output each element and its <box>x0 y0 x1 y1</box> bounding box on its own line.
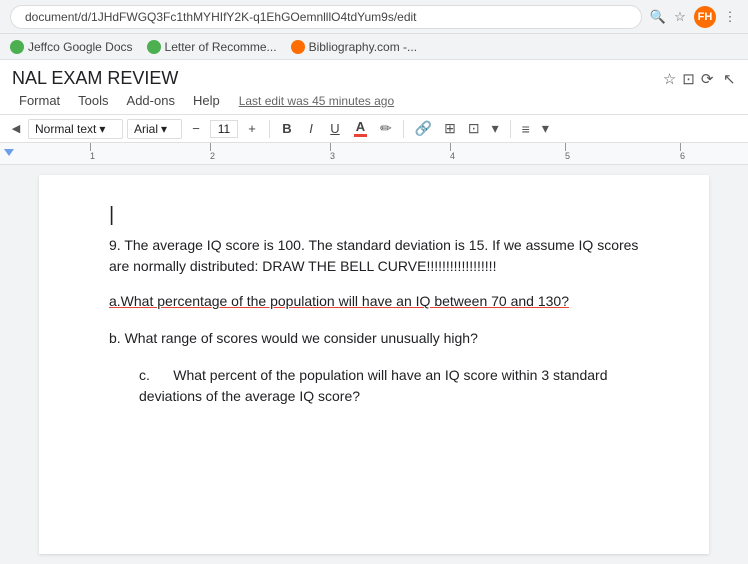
avatar[interactable]: FH <box>694 6 716 28</box>
doc-header: NAL EXAM REVIEW ☆ ⊡ ⟳ ↗ Format Tools Add… <box>0 60 748 115</box>
ruler-tick-3 <box>330 143 331 151</box>
doc-title-row: NAL EXAM REVIEW ☆ ⊡ ⟳ ↗ <box>12 68 736 89</box>
sub-question-a: a.What percentage of the population will… <box>109 291 639 312</box>
text-cursor: | <box>109 203 639 227</box>
ruler-indent-marker[interactable] <box>4 149 14 156</box>
style-dropdown[interactable]: Normal text ▾ <box>28 119 123 139</box>
bookmark-label-letter: Letter of Recomme... <box>165 40 277 54</box>
ruler-tick-6 <box>680 143 681 151</box>
font-size-minus-button[interactable]: − <box>186 119 206 138</box>
bookmark-letter[interactable]: Letter of Recomme... <box>147 40 277 54</box>
color-a-letter: A <box>356 120 365 133</box>
link-icon[interactable]: 🔗 <box>411 118 436 139</box>
doc-title-icons: ☆ ⊡ ⟳ <box>663 70 714 88</box>
separator-2 <box>403 120 404 138</box>
ruler-mark-2: 2 <box>210 151 215 161</box>
highlight-icon[interactable]: ✏ <box>376 118 396 139</box>
menu-tools[interactable]: Tools <box>71 91 115 110</box>
align-chevron-icon[interactable]: ▾ <box>538 118 553 139</box>
color-a-button[interactable]: A <box>349 118 372 139</box>
indent-icon[interactable]: ▾ <box>488 118 503 139</box>
menu-bar: Format Tools Add-ons Help Last edit was … <box>12 91 736 110</box>
menu-addons[interactable]: Add-ons <box>120 91 182 110</box>
bookmark-label-jeffco: Jeffco Google Docs <box>28 40 133 54</box>
search-icon[interactable]: 🔍 <box>650 9 666 25</box>
bold-button[interactable]: B <box>277 119 297 138</box>
separator-3 <box>510 120 511 138</box>
squiggle-area: ↗ <box>723 68 736 89</box>
menu-help[interactable]: Help <box>186 91 227 110</box>
style-chevron-icon: ▾ <box>99 122 105 136</box>
doc-area[interactable]: | 9. The average IQ score is 100. The st… <box>0 165 748 564</box>
sub-question-a-text: a.What percentage of the population will… <box>109 293 569 309</box>
url-bar[interactable]: document/d/1JHdFWGQ3Fc1thMYHIfY2K-q1EhGO… <box>10 5 642 29</box>
align-icon[interactable]: ≡ <box>518 119 534 139</box>
ruler-mark-1: 1 <box>90 151 95 161</box>
ruler: 1 2 3 4 5 6 <box>0 143 748 165</box>
separator-1 <box>269 120 270 138</box>
ruler-tick-2 <box>210 143 211 151</box>
ruler-mark-5: 5 <box>565 151 570 161</box>
bookmark-icon-bibliography <box>291 40 305 54</box>
browser-icons: 🔍 ☆ FH ⋮ <box>650 6 738 28</box>
font-dropdown[interactable]: Arial ▾ <box>127 119 182 139</box>
sub-question-c-label: c. <box>139 367 150 383</box>
menu-dots-icon[interactable]: ⋮ <box>722 9 738 25</box>
sub-question-c: c. What percent of the population will h… <box>109 365 639 407</box>
scroll-indicator-icon: ↗ <box>723 70 736 88</box>
color-a-bar <box>354 134 367 137</box>
bookmarks-bar: Jeffco Google Docs Letter of Recomme... … <box>0 34 748 60</box>
sub-question-b: b. What range of scores would we conside… <box>109 328 639 349</box>
ruler-tick-4 <box>450 143 451 151</box>
ruler-tick-5 <box>565 143 566 151</box>
folder-icon[interactable]: ⊡ <box>682 70 695 88</box>
ruler-mark-6: 6 <box>680 151 685 161</box>
bookmark-label-bibliography: Bibliography.com -... <box>309 40 418 54</box>
ruler-mark-3: 3 <box>330 151 335 161</box>
ruler-mark-4: 4 <box>450 151 455 161</box>
text-color-indicator: A <box>354 120 367 137</box>
browser-bar: document/d/1JHdFWGQ3Fc1thMYHIfY2K-q1EhGO… <box>0 0 748 34</box>
bookmark-star-icon[interactable]: ☆ <box>672 9 688 25</box>
doc-title: NAL EXAM REVIEW <box>12 68 653 89</box>
docs-app: NAL EXAM REVIEW ☆ ⊡ ⟳ ↗ Format Tools Add… <box>0 60 748 564</box>
bookmark-bibliography[interactable]: Bibliography.com -... <box>291 40 418 54</box>
underline-button[interactable]: U <box>325 119 345 138</box>
font-label: Arial <box>134 122 158 136</box>
cloud-icon[interactable]: ⟳ <box>701 70 714 88</box>
last-edit-label[interactable]: Last edit was 45 minutes ago <box>239 94 394 108</box>
doc-page[interactable]: | 9. The average IQ score is 100. The st… <box>39 175 709 554</box>
back-arrow-icon[interactable]: ◀ <box>8 121 24 137</box>
font-size-plus-button[interactable]: + <box>242 119 262 138</box>
bookmark-icon-jeffco <box>10 40 24 54</box>
menu-format[interactable]: Format <box>12 91 67 110</box>
bookmark-jeffco[interactable]: Jeffco Google Docs <box>10 40 133 54</box>
image-icon[interactable]: ⊡ <box>464 118 484 139</box>
ruler-tick-1 <box>90 143 91 151</box>
font-size-input[interactable]: 11 <box>210 120 238 138</box>
bookmark-icon-letter <box>147 40 161 54</box>
font-chevron-icon: ▾ <box>161 122 167 136</box>
sub-question-c-text: What percent of the population will have… <box>139 367 607 404</box>
italic-button[interactable]: I <box>301 119 321 138</box>
toolbar: ◀ Normal text ▾ Arial ▾ − 11 + B I U A ✏… <box>0 115 748 143</box>
star-icon[interactable]: ☆ <box>663 70 676 88</box>
style-label: Normal text <box>35 122 96 136</box>
comment-icon[interactable]: ⊞ <box>440 118 460 139</box>
question-9-text: 9. The average IQ score is 100. The stan… <box>109 235 639 277</box>
